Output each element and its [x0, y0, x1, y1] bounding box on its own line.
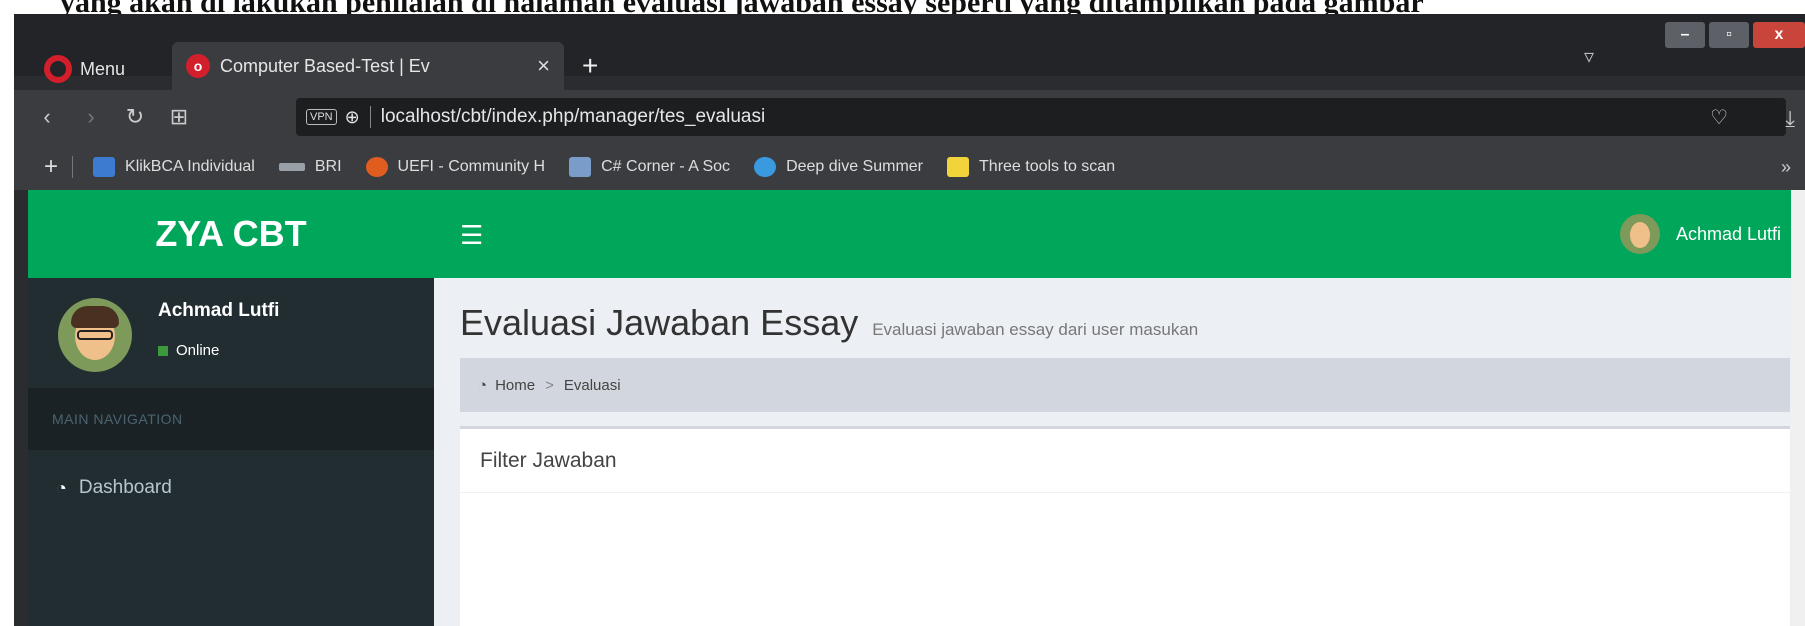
- browser-window: Menu o Computer Based-Test | Ev × + ▿ – …: [14, 14, 1805, 626]
- klikbca-icon: [93, 157, 116, 177]
- bookmarks-divider: [72, 156, 74, 178]
- filter-box: Filter Jawaban: [460, 426, 1790, 626]
- user-panel: Achmad Lutfi Online: [28, 278, 434, 388]
- new-tab-button[interactable]: +: [582, 50, 598, 82]
- bookmarks-bar: + KlikBCA Individual BRI UEFI - Communit…: [14, 144, 1805, 190]
- add-bookmark-icon[interactable]: +: [44, 153, 58, 181]
- breadcrumb-current: Evaluasi: [563, 376, 621, 394]
- maximize-icon[interactable]: ▫: [1709, 22, 1749, 48]
- csharp-icon: [569, 157, 592, 177]
- page-subtitle: Evaluasi jawaban essay dari user masukan: [872, 320, 1199, 339]
- window-controls: – ▫ x: [1661, 22, 1805, 48]
- bookmark-csharp[interactable]: C# Corner - A Soc: [569, 157, 730, 177]
- bookmark-label: KlikBCA Individual: [125, 158, 255, 175]
- top-navbar: ☰ Achmad Lutfi: [434, 190, 1805, 278]
- bookmark-label: Three tools to scan: [979, 158, 1116, 175]
- url-text[interactable]: localhost/cbt/index.php/manager/tes_eval…: [381, 106, 765, 128]
- speed-dial-icon[interactable]: ⊞: [168, 104, 190, 130]
- bookmark-label: BRI: [314, 158, 342, 175]
- breadcrumb: ◔ Home > Evaluasi: [460, 358, 1790, 412]
- vpn-badge[interactable]: VPN: [306, 109, 337, 125]
- bookmark-label: UEFI - Community H: [397, 158, 546, 175]
- tab-bar: Menu o Computer Based-Test | Ev × + ▿ – …: [14, 14, 1805, 90]
- page-title: Evaluasi Jawaban Essay: [460, 302, 859, 343]
- web-page: ZYA CBT Achmad Lutfi Online MAIN NAVIGAT…: [14, 190, 1805, 626]
- address-separator: [369, 106, 371, 128]
- sidebar-item-dashboard[interactable]: ◔ Dashboard: [28, 450, 434, 526]
- shield-icon[interactable]: ♡: [1710, 105, 1728, 130]
- bookmark-klikbca[interactable]: KlikBCA Individual: [93, 157, 255, 177]
- tab-cbt[interactable]: o Computer Based-Test | Ev ×: [172, 42, 564, 90]
- content-area: ☰ Achmad Lutfi Evaluasi Jawaban Essay Ev…: [434, 190, 1805, 626]
- avatar: [58, 298, 132, 372]
- sidebar-user-name: Achmad Lutfi: [158, 300, 280, 321]
- globe-icon: ⊕: [344, 106, 360, 127]
- breadcrumb-home[interactable]: Home: [495, 377, 535, 394]
- sidebar: ZYA CBT Achmad Lutfi Online MAIN NAVIGAT…: [28, 190, 434, 626]
- bookmark-uefi[interactable]: UEFI - Community H: [365, 157, 546, 177]
- home-icon: ◔: [478, 376, 488, 394]
- bookmark-deep-dive[interactable]: Deep dive Summer: [754, 157, 923, 177]
- main-navigation-header: MAIN NAVIGATION: [28, 388, 434, 450]
- online-status-icon: [158, 345, 168, 356]
- bookmark-three-tools[interactable]: Three tools to scan: [947, 157, 1115, 177]
- forward-icon[interactable]: ›: [80, 104, 102, 130]
- opera-logo-icon: [44, 55, 72, 83]
- minimize-icon[interactable]: –: [1665, 22, 1705, 48]
- uefi-icon: [365, 157, 388, 177]
- deep-dive-icon: [754, 157, 777, 177]
- opera-menu-button[interactable]: Menu: [44, 54, 125, 84]
- app-logo[interactable]: ZYA CBT: [28, 190, 434, 278]
- filter-box-title: Filter Jawaban: [460, 429, 1790, 493]
- topbar-user-name: Achmad Lutfi: [1675, 223, 1781, 244]
- bulb-icon: [947, 157, 970, 177]
- bookmark-bri[interactable]: BRI: [278, 158, 342, 176]
- page-header: Evaluasi Jawaban Essay Evaluasi jawaban …: [460, 302, 1198, 344]
- user-avatar: [1619, 214, 1660, 254]
- more-bookmarks-icon[interactable]: »: [1781, 157, 1791, 178]
- breadcrumb-separator: >: [545, 376, 554, 394]
- bri-icon: [278, 163, 305, 171]
- user-status: Online: [158, 342, 279, 359]
- status-label: Online: [176, 342, 220, 359]
- tab-menu-icon[interactable]: ▿: [1584, 44, 1594, 69]
- download-icon[interactable]: ⤓: [1785, 106, 1795, 132]
- sidebar-item-label: Dashboard: [78, 477, 172, 498]
- back-icon[interactable]: ‹: [36, 104, 58, 130]
- opera-favicon-icon: o: [186, 54, 210, 78]
- close-tab-icon[interactable]: ×: [537, 53, 550, 79]
- address-bar-row: ‹ › ↻ ⊞ VPN ⊕ localhost/cbt/index.php/ma…: [14, 90, 1805, 144]
- reload-icon[interactable]: ↻: [124, 104, 146, 130]
- hamburger-menu-icon[interactable]: ☰: [460, 220, 483, 251]
- menu-label: Menu: [80, 58, 126, 79]
- bookmark-label: C# Corner - A Soc: [601, 158, 731, 175]
- close-window-icon[interactable]: x: [1753, 22, 1805, 48]
- vertical-scrollbar[interactable]: [1791, 190, 1805, 626]
- address-bar[interactable]: VPN ⊕ localhost/cbt/index.php/manager/te…: [296, 98, 1786, 136]
- bookmark-label: Deep dive Summer: [786, 158, 924, 175]
- tab-title: Computer Based-Test | Ev: [220, 55, 430, 76]
- dashboard-icon: ◔: [56, 477, 67, 498]
- user-menu[interactable]: Achmad Lutfi: [1619, 214, 1781, 254]
